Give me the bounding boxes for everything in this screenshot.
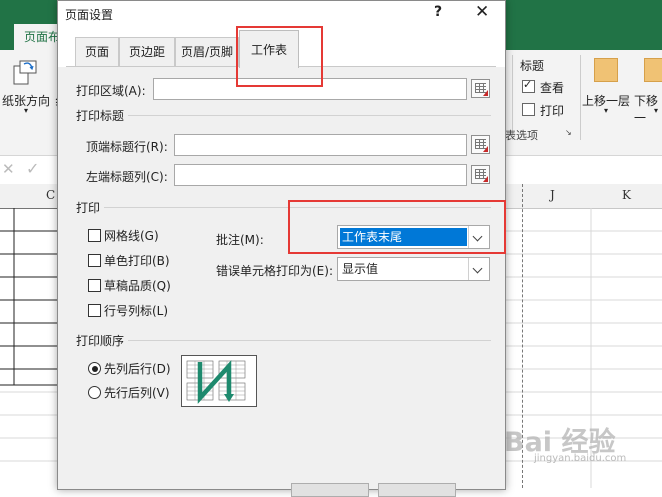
dialog-titlebar[interactable]: 页面设置 ? ✕ xyxy=(58,1,505,27)
down-then-over-label: 先列后行(D) xyxy=(104,362,171,376)
draft-quality-checkbox[interactable] xyxy=(88,279,101,292)
row-col-headings-label: 行号列标(L) xyxy=(104,304,169,318)
page-setup-dialog: 页面设置 ? ✕ 页面 页边距 页眉/页脚 工作表 打印区域(A): 打印标题 … xyxy=(57,0,506,497)
orientation-icon[interactable] xyxy=(12,58,38,88)
top-rows-label: 顶端标题行(R): xyxy=(86,140,168,154)
cancel-icon[interactable]: ✕ xyxy=(2,160,15,178)
send-backward-icon[interactable] xyxy=(644,58,662,82)
section-divider xyxy=(78,115,491,116)
range-arrow-icon xyxy=(483,90,488,96)
cell-errors-label: 错误单元格打印为(E): xyxy=(216,264,333,278)
chevron-down-icon[interactable] xyxy=(468,226,489,248)
cancel-button[interactable] xyxy=(378,483,456,497)
tab-header-footer[interactable]: 页眉/页脚 xyxy=(175,37,239,66)
headings-print-checkbox[interactable] xyxy=(522,103,535,116)
column-header-k[interactable]: K xyxy=(622,188,631,202)
range-arrow-icon xyxy=(483,146,488,152)
gridlines-label: 网格线(G) xyxy=(104,229,159,243)
print-area-collapse-button[interactable] xyxy=(471,79,490,98)
ribbon-separator xyxy=(580,55,581,140)
tab-sheet[interactable]: 工作表 xyxy=(239,30,299,68)
headings-print-label: 打印 xyxy=(540,104,565,118)
top-rows-input[interactable] xyxy=(174,134,467,156)
help-button[interactable]: ? xyxy=(434,4,442,20)
chevron-down-icon[interactable]: ▾ xyxy=(654,106,658,115)
tab-page[interactable]: 页面 xyxy=(75,37,119,66)
range-arrow-icon xyxy=(483,176,488,182)
left-columns-input[interactable] xyxy=(174,164,467,186)
headings-view-checkbox[interactable] xyxy=(522,78,535,93)
bring-forward-icon[interactable] xyxy=(594,58,618,82)
cell-errors-selected-value: 显示值 xyxy=(342,262,379,276)
ok-button[interactable] xyxy=(291,483,369,497)
gridlines-checkbox[interactable] xyxy=(88,229,101,242)
draft-quality-label: 草稿品质(Q) xyxy=(104,279,171,293)
print-area-input[interactable] xyxy=(153,78,467,100)
chevron-down-icon[interactable]: ▾ xyxy=(604,106,608,115)
print-area-label: 打印区域(A): xyxy=(76,84,146,98)
page-order-preview xyxy=(181,355,257,407)
cell-errors-select[interactable]: 显示值 xyxy=(337,257,490,281)
print-heading: 打印 xyxy=(76,199,105,216)
headings-group-title: 标题 xyxy=(520,59,545,73)
close-button[interactable]: ✕ xyxy=(475,2,489,22)
sheet-options-group-label: 表选项 xyxy=(505,129,538,142)
down-then-over-radio[interactable] xyxy=(88,362,101,375)
column-header-j[interactable]: J xyxy=(550,188,555,202)
enter-icon[interactable]: ✓ xyxy=(26,159,39,178)
over-then-down-radio[interactable] xyxy=(88,386,101,399)
comments-selected-value: 工作表末尾 xyxy=(340,228,467,246)
top-rows-collapse-button[interactable] xyxy=(471,135,490,154)
column-header-c[interactable]: C xyxy=(46,188,55,202)
tab-margins[interactable]: 页边距 xyxy=(119,37,175,66)
dialog-launcher-icon[interactable]: ↘ xyxy=(565,128,572,137)
print-titles-heading: 打印标题 xyxy=(76,107,129,124)
headings-view-label: 查看 xyxy=(540,81,565,95)
row-col-headings-checkbox[interactable] xyxy=(88,304,101,317)
left-columns-label: 左端标题列(C): xyxy=(86,170,168,184)
left-columns-collapse-button[interactable] xyxy=(471,165,490,184)
dialog-title: 页面设置 xyxy=(65,8,114,22)
over-then-down-label: 先行后列(V) xyxy=(104,386,170,400)
baidu-watermark-url: jingyan.baidu.com xyxy=(534,453,627,464)
section-divider xyxy=(78,207,491,208)
black-and-white-label: 单色打印(B) xyxy=(104,254,170,268)
comments-select[interactable]: 工作表末尾 xyxy=(337,225,490,249)
section-divider xyxy=(78,340,491,341)
comments-label: 批注(M): xyxy=(216,233,264,247)
black-and-white-checkbox[interactable] xyxy=(88,254,101,267)
chevron-down-icon[interactable] xyxy=(468,258,489,280)
chevron-down-icon[interactable]: ▾ xyxy=(24,106,28,115)
page-order-heading: 打印顺序 xyxy=(76,332,129,349)
